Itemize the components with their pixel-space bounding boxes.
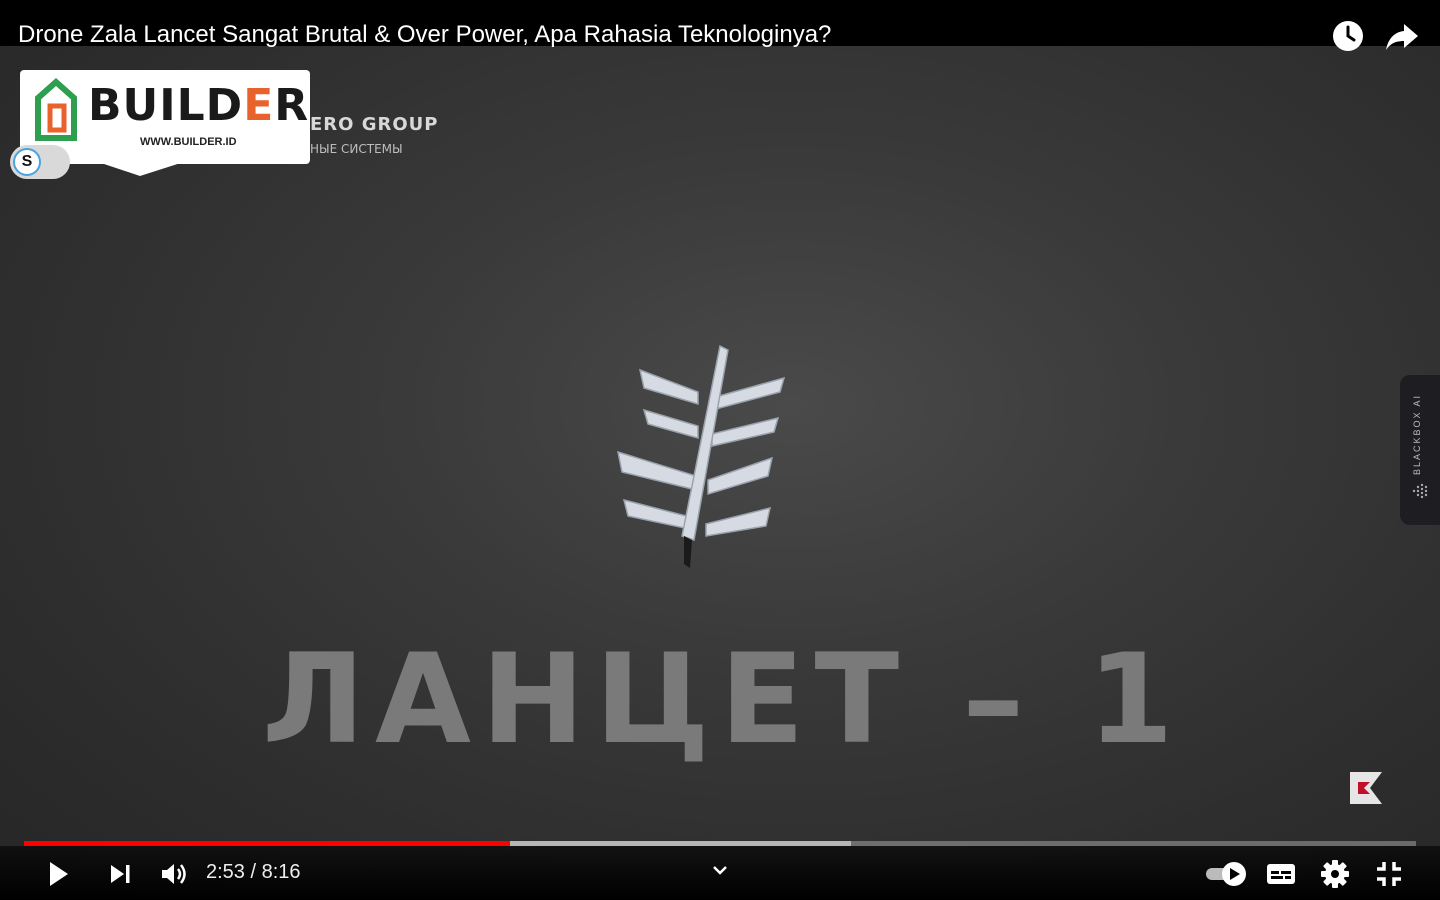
video-title[interactable]: Drone Zala Lancet Sangat Brutal & Over P… xyxy=(18,20,831,50)
blackbox-icon xyxy=(1412,483,1428,499)
clock-icon[interactable] xyxy=(1330,18,1366,54)
channel-watermark-icon[interactable] xyxy=(1348,770,1384,806)
chevron-down-icon[interactable] xyxy=(708,858,732,882)
builder-speech-tail xyxy=(92,160,190,176)
time-display: 2:53 / 8:16 xyxy=(206,861,301,883)
captions-icon[interactable] xyxy=(1263,856,1299,892)
video-caption: ЛАНЦЕТ – 1 xyxy=(262,628,1184,772)
builder-logo-icon xyxy=(35,77,77,141)
autoplay-toggle-icon[interactable] xyxy=(1204,856,1250,892)
next-icon[interactable] xyxy=(102,856,138,892)
drone-image xyxy=(617,344,786,568)
builder-wordmark: BUILDER xyxy=(88,80,310,131)
extension-toggle[interactable]: S xyxy=(10,145,70,179)
blackbox-side-tab[interactable]: BLACKBOX AI xyxy=(1400,375,1440,525)
brand-text: ERO GROUP xyxy=(310,114,439,135)
video-player[interactable]: Drone Zala Lancet Sangat Brutal & Over P… xyxy=(0,0,1440,900)
share-arrow-icon[interactable] xyxy=(1384,18,1420,54)
player-controls: 2:53 / 8:16 xyxy=(0,846,1440,900)
builder-url: WWW.BUILDER.ID xyxy=(140,136,237,148)
play-icon[interactable] xyxy=(40,856,76,892)
side-tab-label: BLACKBOX AI xyxy=(1412,393,1422,475)
volume-icon[interactable] xyxy=(155,856,191,892)
exit-fullscreen-icon[interactable] xyxy=(1371,856,1407,892)
toggle-knob: S xyxy=(13,148,41,176)
brand-subtext: НЫЕ СИСТЕМЫ xyxy=(310,142,403,156)
settings-gear-icon[interactable] xyxy=(1317,856,1353,892)
